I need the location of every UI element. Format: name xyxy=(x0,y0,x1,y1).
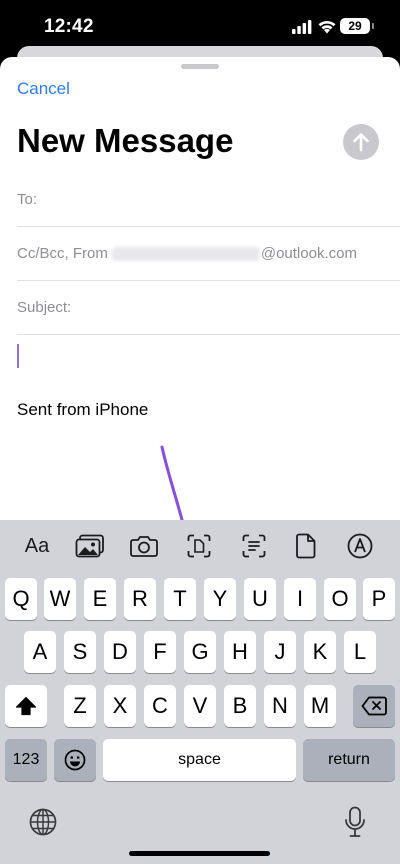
camera-icon[interactable] xyxy=(126,532,162,560)
wifi-icon xyxy=(317,18,337,39)
key-i[interactable]: I xyxy=(284,578,316,620)
to-label: To: xyxy=(17,191,38,208)
return-key[interactable]: return xyxy=(303,739,395,781)
key-f[interactable]: F xyxy=(144,631,176,673)
from-domain: @outlook.com xyxy=(260,245,357,262)
key-u[interactable]: U xyxy=(244,578,276,620)
key-w[interactable]: W xyxy=(44,578,76,620)
key-h[interactable]: H xyxy=(224,631,256,673)
status-time: 12:42 xyxy=(44,16,94,37)
subject-label: Subject: xyxy=(17,299,72,316)
key-d[interactable]: D xyxy=(104,631,136,673)
key-o[interactable]: O xyxy=(324,578,356,620)
to-field[interactable]: To: xyxy=(17,173,400,227)
key-v[interactable]: V xyxy=(184,685,216,727)
photo-library-icon[interactable] xyxy=(72,532,108,560)
space-key[interactable]: space xyxy=(103,739,296,781)
emoji-icon xyxy=(64,749,86,771)
key-a[interactable]: A xyxy=(24,631,56,673)
attach-file-icon[interactable] xyxy=(288,532,324,560)
arrow-up-icon xyxy=(353,133,369,152)
markup-icon[interactable] xyxy=(342,532,378,560)
sheet-grabber[interactable] xyxy=(181,64,219,69)
signal-icon xyxy=(292,20,312,39)
globe-icon[interactable] xyxy=(29,808,57,841)
shift-key[interactable] xyxy=(5,685,47,727)
key-s[interactable]: S xyxy=(64,631,96,673)
format-toolbar: Aa xyxy=(0,520,400,572)
scan-text-icon[interactable] xyxy=(236,532,272,560)
key-e[interactable]: E xyxy=(84,578,116,620)
email-signature[interactable]: Sent from iPhone xyxy=(17,400,148,420)
delete-key[interactable] xyxy=(353,685,395,727)
numbers-key[interactable]: 123 xyxy=(5,739,47,781)
shift-icon xyxy=(15,696,37,716)
key-k[interactable]: K xyxy=(304,631,336,673)
key-x[interactable]: X xyxy=(104,685,136,727)
scan-document-icon[interactable] xyxy=(181,532,217,560)
cancel-button[interactable]: Cancel xyxy=(17,79,70,99)
key-p[interactable]: P xyxy=(363,578,395,620)
emoji-key[interactable] xyxy=(54,739,96,781)
key-g[interactable]: G xyxy=(184,631,216,673)
ccbcc-label: Cc/Bcc, From xyxy=(17,245,108,262)
key-j[interactable]: J xyxy=(264,631,296,673)
key-l[interactable]: L xyxy=(344,631,376,673)
page-title: New Message xyxy=(17,122,234,159)
redacted-email xyxy=(111,246,260,261)
text-format-button[interactable]: Aa xyxy=(19,532,55,560)
microphone-icon[interactable] xyxy=(344,806,366,843)
key-q[interactable]: Q xyxy=(5,578,37,620)
home-indicator xyxy=(129,851,270,856)
key-c[interactable]: C xyxy=(144,685,176,727)
ccbcc-from-field[interactable]: Cc/Bcc, From @outlook.com xyxy=(17,227,400,281)
key-y[interactable]: Y xyxy=(204,578,236,620)
send-button[interactable] xyxy=(343,124,379,160)
key-n[interactable]: N xyxy=(264,685,296,727)
delete-icon xyxy=(361,696,387,716)
key-r[interactable]: R xyxy=(124,578,156,620)
subject-field[interactable]: Subject: xyxy=(17,281,400,335)
text-cursor xyxy=(17,344,19,368)
keyboard: Aa Q W E R T Y U I O P A S D F G H J K L… xyxy=(0,520,400,864)
key-b[interactable]: B xyxy=(224,685,256,727)
key-t[interactable]: T xyxy=(164,578,196,620)
battery-icon: 29 xyxy=(340,18,374,34)
key-m[interactable]: M xyxy=(304,685,336,727)
key-z[interactable]: Z xyxy=(64,685,96,727)
compose-sheet: Cancel New Message To: Cc/Bcc, From @out… xyxy=(0,57,400,569)
